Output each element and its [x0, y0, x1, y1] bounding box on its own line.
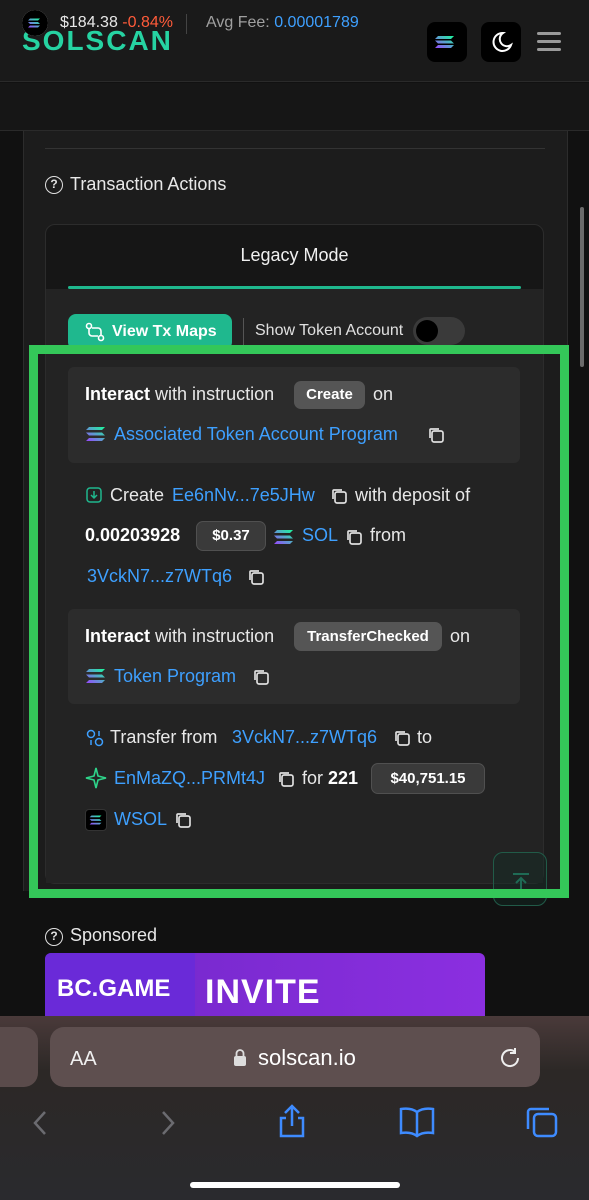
- sponsored-ad-banner[interactable]: BC.GAME INVITE: [45, 953, 485, 1017]
- divider: [243, 318, 244, 346]
- price-bar: [0, 83, 589, 131]
- theme-toggle-button[interactable]: [481, 22, 521, 62]
- menu-icon: [537, 32, 561, 35]
- show-token-account-toggle[interactable]: [413, 317, 465, 345]
- share-icon[interactable]: [276, 1103, 308, 1139]
- help-icon[interactable]: ?: [45, 176, 63, 194]
- avg-fee: Avg Fee: 0.00001789: [206, 14, 359, 31]
- scrollbar[interactable]: [580, 207, 584, 367]
- show-token-account-label: Show Token Account: [255, 322, 404, 339]
- sol-price: $184.38 -0.84%: [60, 14, 173, 31]
- sponsored-title: Sponsored: [70, 925, 158, 945]
- back-icon[interactable]: [30, 1108, 50, 1138]
- section-title: Transaction Actions: [70, 174, 227, 194]
- tabs-icon[interactable]: [524, 1104, 560, 1140]
- sol-coin-icon: [22, 10, 48, 36]
- avg-fee-value: 0.00001789: [274, 14, 359, 31]
- divider: [45, 148, 545, 149]
- menu-button[interactable]: [534, 30, 564, 54]
- solana-icon: [435, 36, 454, 48]
- home-indicator: [190, 1182, 400, 1188]
- previous-tab-preview[interactable]: [0, 1027, 38, 1087]
- help-icon[interactable]: ?: [45, 928, 63, 946]
- ad-logo: BC.GAME: [57, 975, 171, 1002]
- reader-settings-button[interactable]: AA: [70, 1048, 97, 1071]
- moon-icon: [492, 31, 513, 52]
- tab-legacy-mode[interactable]: Legacy Mode: [45, 224, 544, 288]
- lock-icon: [234, 1049, 246, 1066]
- flow-map-icon: [85, 322, 105, 342]
- ad-headline: INVITE: [205, 973, 321, 1011]
- solana-network-button[interactable]: [427, 22, 467, 62]
- forward-icon[interactable]: [158, 1108, 178, 1138]
- price-change: -0.84%: [122, 14, 173, 31]
- divider: [186, 14, 187, 34]
- highlight-box: [29, 345, 569, 898]
- reload-icon[interactable]: [497, 1045, 523, 1071]
- tab-active-indicator: [68, 286, 521, 289]
- url-text[interactable]: solscan.io: [258, 1045, 356, 1071]
- bookmarks-icon[interactable]: [398, 1106, 436, 1138]
